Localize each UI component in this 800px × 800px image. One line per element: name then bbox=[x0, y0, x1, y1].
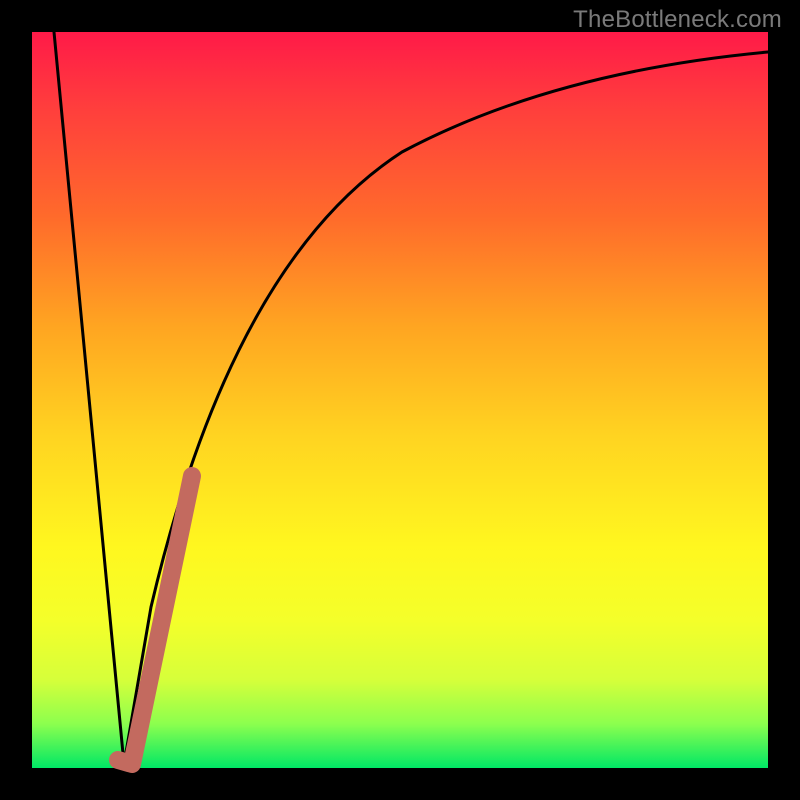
highlight-segment-line bbox=[118, 476, 192, 764]
chart-frame: TheBottleneck.com bbox=[0, 0, 800, 800]
watermark-text: TheBottleneck.com bbox=[573, 6, 782, 34]
chart-svg bbox=[32, 32, 768, 768]
plot-area bbox=[32, 32, 768, 768]
